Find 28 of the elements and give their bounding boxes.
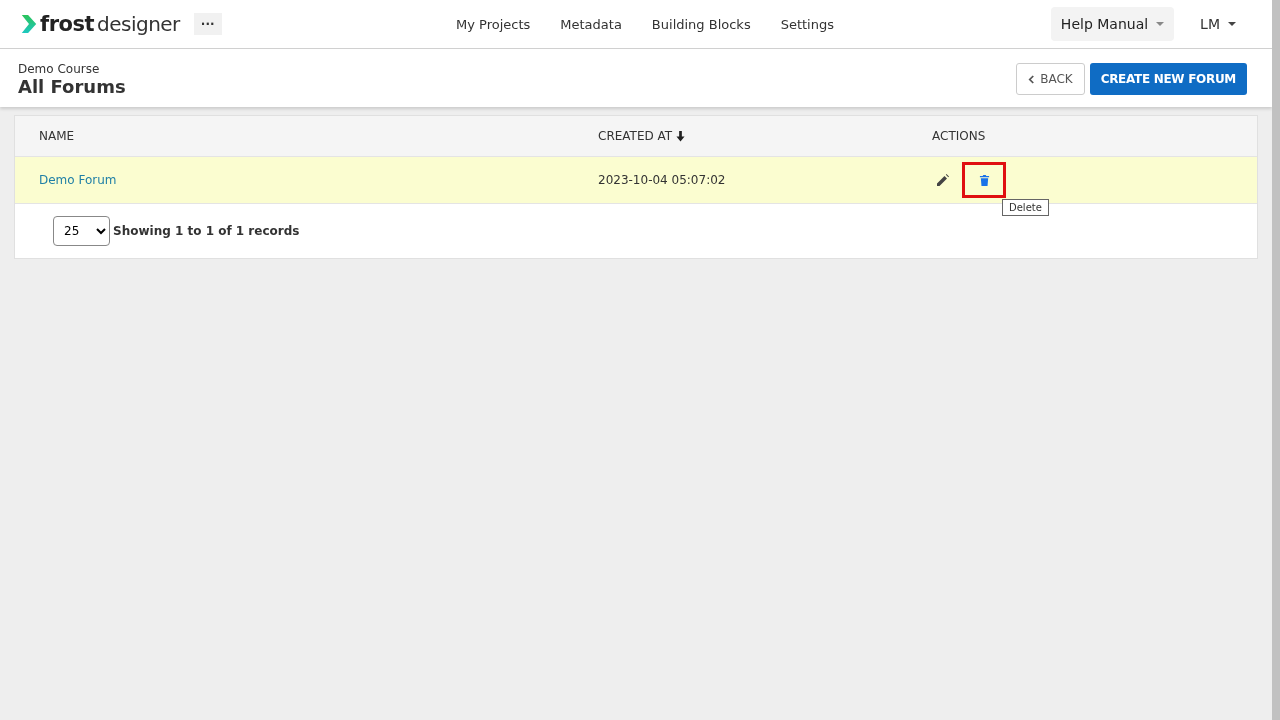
nav-link[interactable]: Settings (780, 16, 834, 32)
records-summary: Showing 1 to 1 of 1 records (113, 224, 300, 238)
caret-icon (1156, 22, 1165, 26)
column-header: NAME (39, 129, 75, 143)
page-title: All Forums (18, 75, 126, 97)
chevron-left-icon (1028, 74, 1036, 84)
pencil-icon (936, 173, 950, 187)
help-manual-dropdown[interactable]: Help Manual (1050, 7, 1175, 41)
user-menu-dropdown[interactable]: LM (1194, 7, 1242, 41)
column-header: ACTIONS (932, 129, 986, 143)
caret-icon (1228, 22, 1236, 26)
nav-link[interactable]: My Projects (456, 16, 531, 32)
scrollbar[interactable] (1272, 0, 1280, 720)
trash-icon (978, 173, 990, 187)
page-size-select[interactable]: 25 (53, 216, 110, 246)
nav-link[interactable]: Building Blocks (651, 16, 751, 32)
column-header[interactable]: CREATED AT (598, 129, 686, 143)
sort-down-arrow-icon (676, 130, 686, 142)
forum-name-link[interactable]: Demo Forum (39, 173, 117, 187)
created-at-cell: 2023-10-04 05:07:02 (598, 173, 726, 187)
brand-logo[interactable]: frostdesigner (20, 12, 180, 36)
breadcrumb: Demo Course (18, 61, 101, 76)
chevron-logo-icon (20, 13, 38, 35)
tooltip: Delete (1002, 199, 1049, 216)
create-forum-button[interactable]: CREATE NEW FORUM (1089, 63, 1247, 95)
more-button[interactable]: ··· (193, 13, 222, 35)
nav-link[interactable]: Metadata (560, 16, 622, 32)
back-button[interactable]: BACK (1016, 63, 1085, 95)
